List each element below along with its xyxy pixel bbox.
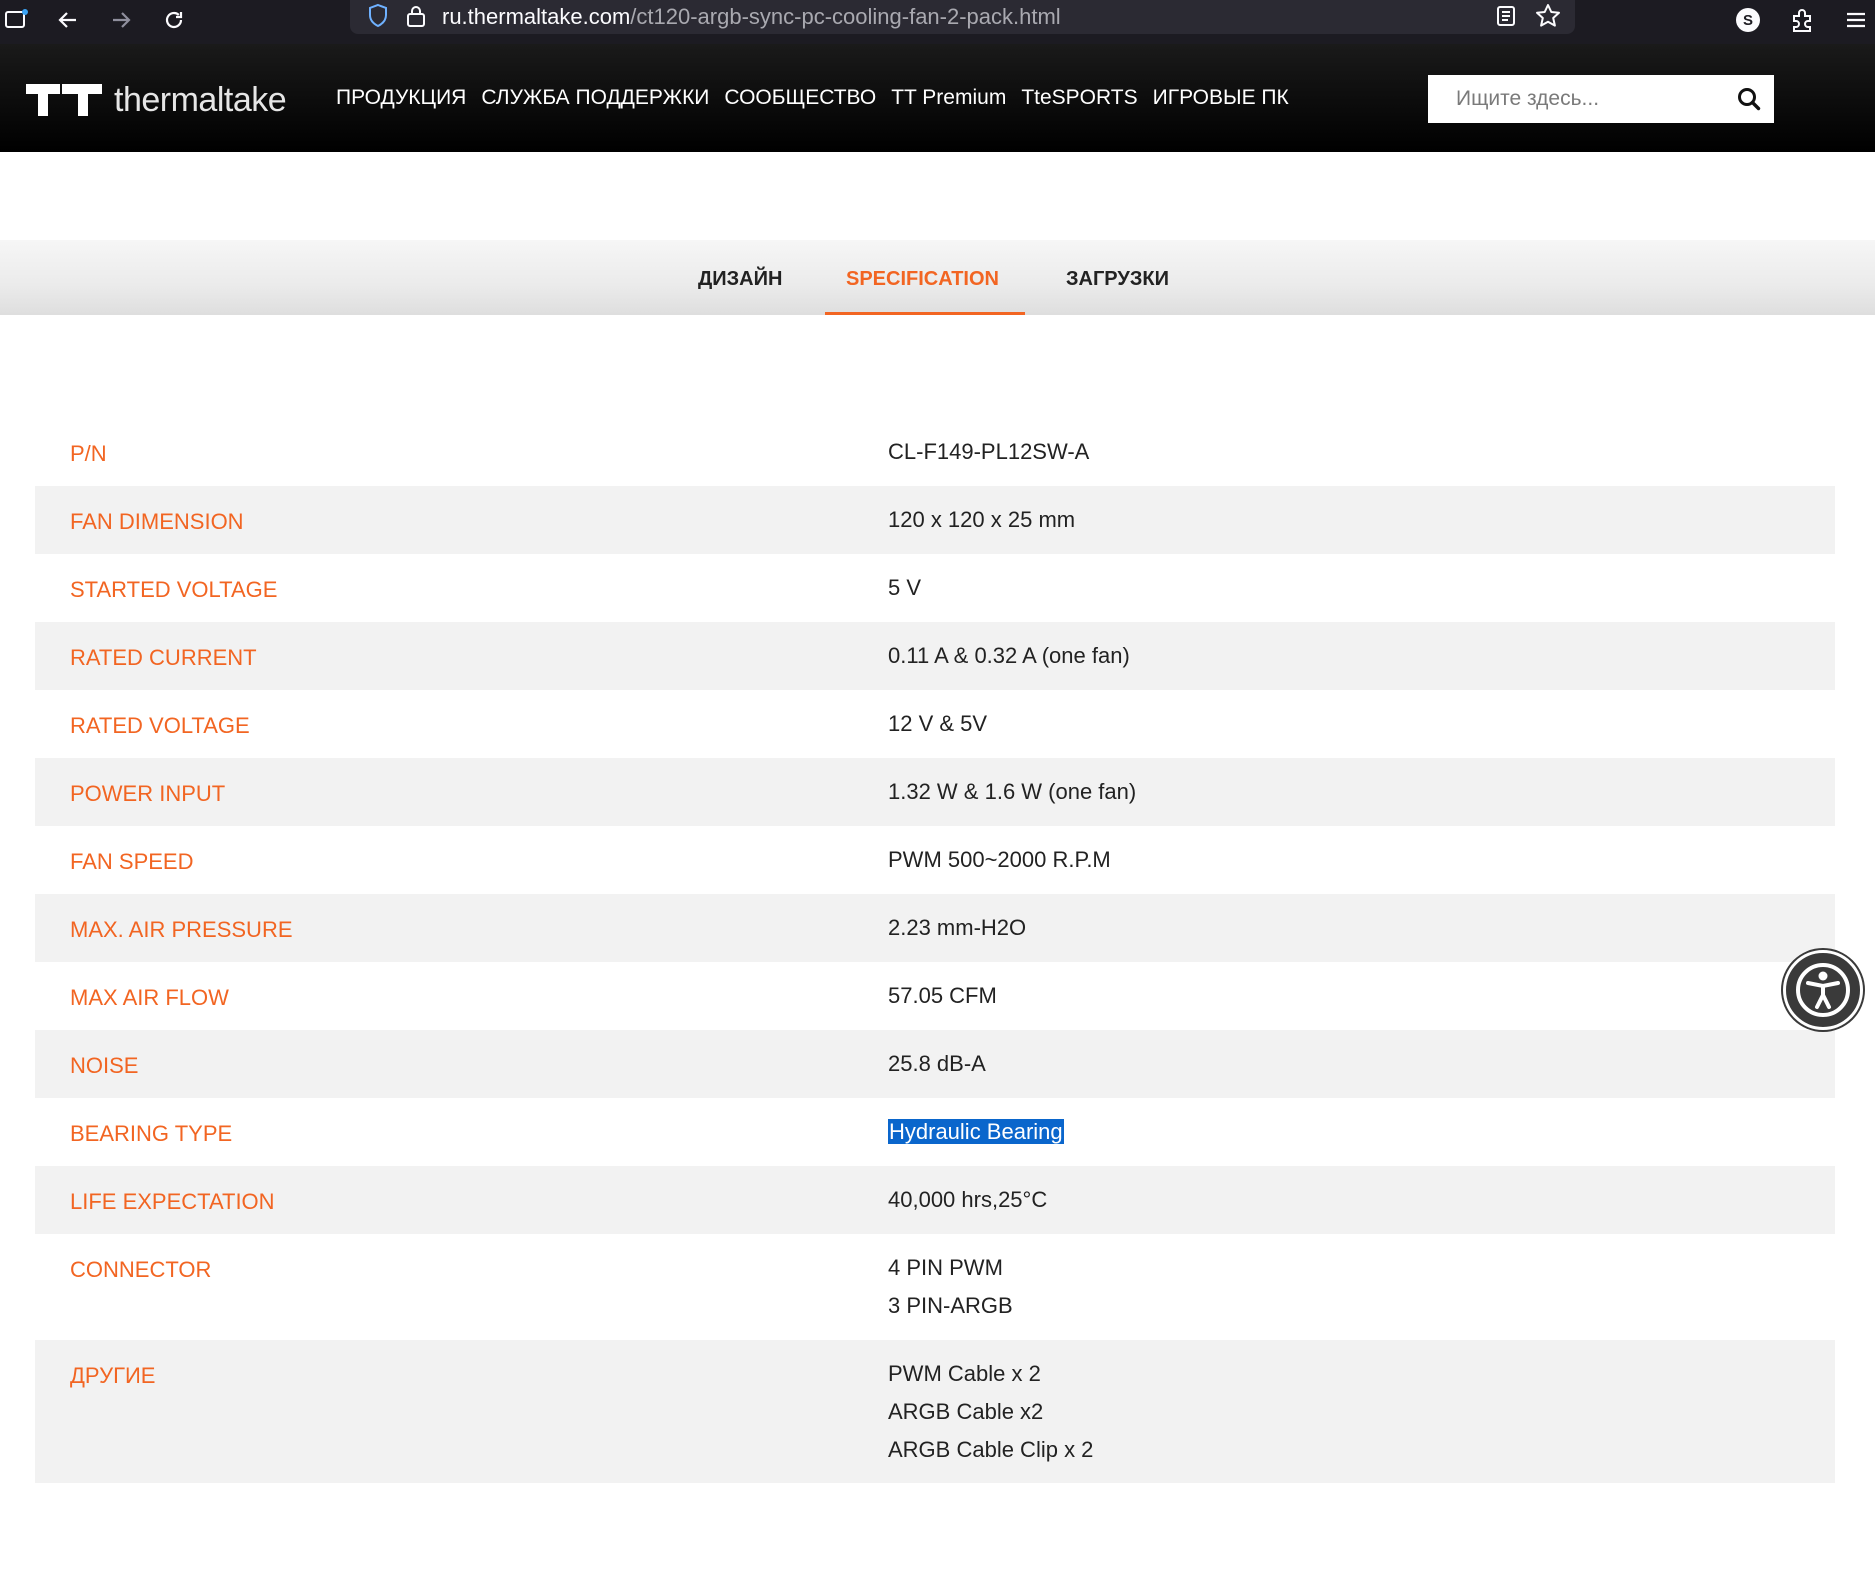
spec-value-line: 40,000 hrs,25°C <box>888 1187 1048 1212</box>
spec-value-line: 2.23 mm-H2O <box>888 915 1027 940</box>
tab-design[interactable]: ДИЗАЙН <box>698 268 782 291</box>
spec-value: CL-F149-PL12SW-A <box>888 433 1089 471</box>
browser-toolbar: ru.thermaltake.com/ct120-argb-sync-pc-co… <box>0 0 1875 44</box>
spec-row: FAN DIMENSION 120 x 120 x 25 mm <box>35 486 1835 554</box>
spec-label: FAN SPEED <box>70 849 194 874</box>
lock-icon[interactable] <box>400 0 432 32</box>
spec-value: 57.05 CFM <box>888 977 997 1015</box>
tracking-shield-icon[interactable] <box>362 0 394 32</box>
search-icon[interactable] <box>1736 86 1762 112</box>
spec-value: 4 PIN PWM 3 PIN-ARGB <box>888 1249 1013 1325</box>
spec-label: NOISE <box>70 1053 139 1078</box>
accessibility-icon <box>1796 963 1850 1017</box>
spec-label: MAX. AIR PRESSURE <box>70 917 293 942</box>
back-arrow-icon[interactable] <box>52 4 84 36</box>
spec-row: MAX. AIR PRESSURE 2.23 mm-H2O <box>35 894 1835 962</box>
spec-label: LIFE EXPECTATION <box>70 1189 275 1214</box>
sidebar-toggle-icon[interactable] <box>0 4 32 36</box>
spec-label: CONNECTOR <box>70 1257 212 1282</box>
spec-value: Hydraulic Bearing <box>888 1113 1064 1151</box>
spec-value: 0.11 A & 0.32 A (one fan) <box>888 637 1130 675</box>
spec-value-line: 1.32 W & 1.6 W (one fan) <box>888 779 1137 804</box>
spec-value: 12 V & 5V <box>888 705 987 743</box>
nav-item-support[interactable]: СЛУЖБА ПОДДЕРЖКИ <box>481 86 709 110</box>
menu-icon[interactable] <box>1840 4 1872 36</box>
nav-item-tt-premium[interactable]: TT Premium <box>891 86 1006 110</box>
search-input[interactable] <box>1456 87 1726 111</box>
spec-value-line: 120 x 120 x 25 mm <box>888 507 1076 532</box>
account-avatar[interactable]: S <box>1732 4 1764 36</box>
spec-value: PWM 500~2000 R.P.M <box>888 841 1111 879</box>
spec-label: POWER INPUT <box>70 781 226 806</box>
extensions-icon[interactable] <box>1786 4 1818 36</box>
spec-value-line: PWM Cable x 2 <box>888 1361 1041 1386</box>
tt-logo-icon <box>26 84 102 116</box>
spec-row: STARTED VOLTAGE 5 V <box>35 554 1835 622</box>
nav-item-ttesports[interactable]: TteSPORTS <box>1021 86 1137 110</box>
url-path: /ct120-argb-sync-pc-cooling-fan-2-pack.h… <box>630 4 1061 29</box>
logo-text: thermaltake <box>114 80 287 119</box>
spec-value: 40,000 hrs,25°C <box>888 1181 1047 1219</box>
nav-item-gaming-pc[interactable]: ИГРОВЫЕ ПК <box>1153 86 1289 110</box>
spec-label: FAN DIMENSION <box>70 509 244 534</box>
spec-value-line: 5 V <box>888 575 922 600</box>
spec-row: RATED CURRENT 0.11 A & 0.32 A (one fan) <box>35 622 1835 690</box>
spec-value: 2.23 mm-H2O <box>888 909 1026 947</box>
main-nav: ПРОДУКЦИЯ СЛУЖБА ПОДДЕРЖКИ СООБЩЕСТВО TT… <box>336 86 1304 110</box>
spec-value: 1.32 W & 1.6 W (one fan) <box>888 773 1136 811</box>
spec-value-selected-text: Hydraulic Bearing <box>888 1119 1064 1144</box>
spec-value: PWM Cable x 2 ARGB Cable x2 ARGB Cable C… <box>888 1355 1093 1469</box>
spec-row: ДРУГИЕ PWM Cable x 2 ARGB Cable x2 ARGB … <box>35 1340 1835 1483</box>
spec-label: BEARING TYPE <box>70 1121 233 1146</box>
spec-label: P/N <box>70 441 107 466</box>
spec-row: POWER INPUT 1.32 W & 1.6 W (one fan) <box>35 758 1835 826</box>
spec-value-line: ARGB Cable x2 <box>888 1399 1044 1424</box>
spec-row: CONNECTOR 4 PIN PWM 3 PIN-ARGB <box>35 1234 1835 1340</box>
spec-label: MAX AIR FLOW <box>70 985 229 1010</box>
spec-label: STARTED VOLTAGE <box>70 577 278 602</box>
spec-label: RATED CURRENT <box>70 645 257 670</box>
spec-value-line: PWM 500~2000 R.P.M <box>888 847 1111 872</box>
spec-row: RATED VOLTAGE 12 V & 5V <box>35 690 1835 758</box>
address-bar[interactable]: ru.thermaltake.com/ct120-argb-sync-pc-co… <box>350 0 1575 34</box>
spec-label: ДРУГИЕ <box>70 1363 156 1388</box>
spec-row: P/N CL-F149-PL12SW-A <box>35 418 1835 486</box>
site-header: thermaltake ПРОДУКЦИЯ СЛУЖБА ПОДДЕРЖКИ С… <box>0 44 1875 152</box>
spec-row: MAX AIR FLOW 57.05 CFM <box>35 962 1835 1030</box>
spec-label: RATED VOLTAGE <box>70 713 250 738</box>
nav-item-community[interactable]: СООБЩЕСТВО <box>724 86 876 110</box>
url-text[interactable]: ru.thermaltake.com/ct120-argb-sync-pc-co… <box>442 4 1061 30</box>
spec-value-line: 0.11 A & 0.32 A (one fan) <box>888 643 1130 668</box>
spec-value-line: ARGB Cable Clip x 2 <box>888 1437 1094 1462</box>
spec-value: 120 x 120 x 25 mm <box>888 501 1075 539</box>
thermaltake-logo[interactable]: thermaltake <box>26 80 287 120</box>
spec-value-line: 3 PIN-ARGB <box>888 1293 1013 1318</box>
spec-value-line: 4 PIN PWM <box>888 1255 1003 1280</box>
spec-row: LIFE EXPECTATION 40,000 hrs,25°C <box>35 1166 1835 1234</box>
search-box <box>1428 75 1774 123</box>
tab-downloads[interactable]: ЗАГРУЗКИ <box>1066 268 1169 291</box>
spec-value: 25.8 dB-A <box>888 1045 986 1083</box>
spec-value-line: 25.8 dB-A <box>888 1051 986 1076</box>
avatar-initial: S <box>1742 11 1753 29</box>
product-tabs: ДИЗАЙН SPECIFICATION ЗАГРУЗКИ <box>0 240 1875 315</box>
tab-specification[interactable]: SPECIFICATION <box>846 268 999 291</box>
forward-arrow-icon[interactable] <box>105 4 137 36</box>
spec-value-line: CL-F149-PL12SW-A <box>888 439 1090 464</box>
spec-value: 5 V <box>888 569 921 607</box>
reload-icon[interactable] <box>158 4 190 36</box>
spec-value-line: 57.05 CFM <box>888 983 997 1008</box>
active-tab-indicator <box>825 312 1025 315</box>
spec-value-line: 12 V & 5V <box>888 711 988 736</box>
bookmark-star-icon[interactable] <box>1532 0 1564 32</box>
spec-row: BEARING TYPE Hydraulic Bearing <box>35 1098 1835 1166</box>
accessibility-button[interactable] <box>1783 950 1863 1030</box>
spec-table: P/N CL-F149-PL12SW-A FAN DIMENSION 120 x… <box>35 418 1835 1483</box>
nav-item-products[interactable]: ПРОДУКЦИЯ <box>336 86 466 110</box>
spec-row: FAN SPEED PWM 500~2000 R.P.M <box>35 826 1835 894</box>
spec-row: NOISE 25.8 dB-A <box>35 1030 1835 1098</box>
reader-view-icon[interactable] <box>1490 0 1522 32</box>
url-domain: ru.thermaltake.com <box>442 4 631 29</box>
